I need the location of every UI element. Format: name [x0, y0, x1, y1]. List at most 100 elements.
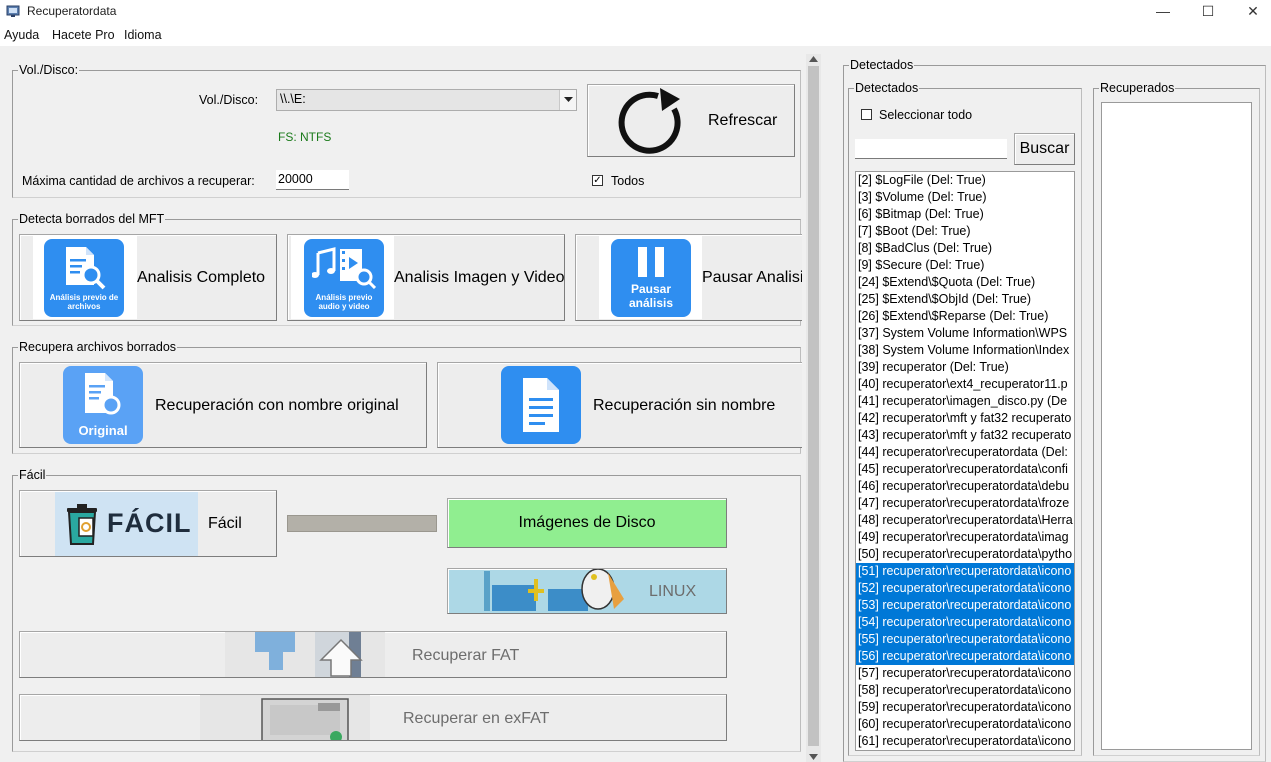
list-item[interactable]: [2] $LogFile (Del: True): [856, 172, 1074, 189]
vol-disk-select[interactable]: \\.\E:: [276, 89, 577, 111]
easy-label: Fácil: [208, 515, 242, 532]
todos-checkbox[interactable]: ✓: [592, 175, 603, 186]
recover-original-label: Recuperación con nombre original: [155, 397, 399, 414]
search-button[interactable]: Buscar: [1014, 133, 1075, 165]
media-analysis-button[interactable]: Análisis previo audio y video Analisis I…: [287, 234, 565, 321]
trash-restore-icon: [67, 504, 97, 545]
list-item[interactable]: [47] recuperator\recuperatordata\froze: [856, 495, 1074, 512]
list-item[interactable]: [46] recuperator\recuperatordata\debu: [856, 478, 1074, 495]
easy-button[interactable]: FÁCIL Fácil: [19, 490, 277, 557]
max-files-input[interactable]: 20000: [276, 170, 349, 190]
original-icon: Original: [63, 366, 143, 444]
close-button[interactable]: ✕: [1231, 0, 1271, 24]
check-icon: ✓: [593, 175, 602, 186]
media-analysis-tile: Análisis previo audio y video: [291, 236, 394, 319]
select-all-label: Seleccionar todo: [879, 108, 973, 122]
full-analysis-icon-caption: Análisis previo de archivos: [49, 293, 119, 311]
recover-original-button[interactable]: Original Recuperación con nombre origina…: [19, 362, 427, 448]
recover-fat-button[interactable]: Recuperar FAT: [19, 631, 727, 678]
list-item[interactable]: [9] $Secure (Del: True): [856, 257, 1074, 274]
list-item[interactable]: [6] $Bitmap (Del: True): [856, 206, 1074, 223]
linux-penguin-icon: [484, 569, 624, 611]
list-item[interactable]: [3] $Volume (Del: True): [856, 189, 1074, 206]
disk-images-label: Imágenes de Disco: [518, 514, 656, 531]
easy-icon-caption: FÁCIL: [107, 508, 192, 538]
recover-noname-button[interactable]: Recuperación sin nombre: [437, 362, 802, 448]
progress-bar: [287, 515, 437, 532]
select-all-checkbox[interactable]: [861, 109, 872, 120]
list-item[interactable]: [41] recuperator\imagen_disco.py (De: [856, 393, 1074, 410]
list-item[interactable]: [49] recuperator\recuperatordata\imag: [856, 529, 1074, 546]
minimize-button[interactable]: —: [1141, 0, 1185, 24]
list-item[interactable]: [54] recuperator\recuperatordata\icono: [856, 614, 1074, 631]
list-item[interactable]: [26] $Extend\$Reparse (Del: True): [856, 308, 1074, 325]
title-bar: Recuperatordata — ☐ ✕: [0, 0, 1271, 24]
recover-fat-label: Recuperar FAT: [412, 647, 520, 664]
list-item[interactable]: [53] recuperator\recuperatordata\icono: [856, 597, 1074, 614]
list-item[interactable]: [61] recuperator\recuperatordata\icono: [856, 733, 1074, 750]
full-analysis-button[interactable]: Análisis previo de archivos Analisis Com…: [19, 234, 277, 321]
search-input[interactable]: [855, 139, 1007, 159]
easy-group-title: Fácil: [18, 467, 47, 483]
menu-idioma[interactable]: Idioma: [124, 28, 162, 42]
list-item[interactable]: [56] recuperator\recuperatordata\icono: [856, 648, 1074, 665]
dropdown-button[interactable]: [559, 90, 576, 110]
detected-group-title: Detectados: [854, 80, 920, 96]
detected-outer-title: Detectados: [849, 57, 915, 73]
note-film-icon: [312, 247, 376, 289]
list-item[interactable]: [50] recuperator\recuperatordata\pytho: [856, 546, 1074, 563]
app-icon: [6, 5, 20, 17]
fat-disk-icon: [225, 632, 385, 677]
list-item[interactable]: [51] recuperator\recuperatordata\icono: [856, 563, 1074, 580]
recover-exfat-button[interactable]: Recuperar en exFAT: [19, 694, 727, 741]
chevron-down-icon: [564, 97, 573, 102]
menu-hacete-pro[interactable]: Hacete Pro: [52, 28, 115, 42]
list-item[interactable]: [57] recuperator\recuperatordata\icono: [856, 665, 1074, 682]
list-item[interactable]: [39] recuperator (Del: True): [856, 359, 1074, 376]
menu-ayuda[interactable]: Ayuda: [4, 28, 39, 42]
vol-disk-value: \\.\E:: [280, 92, 306, 106]
linux-button[interactable]: LINUX: [447, 568, 727, 614]
list-item[interactable]: [58] recuperator\recuperatordata\icono: [856, 682, 1074, 699]
pause-analysis-label: Pausar Analisis: [702, 269, 802, 286]
easy-icon: FÁCIL: [55, 492, 198, 556]
list-item[interactable]: [55] recuperator\recuperatordata\icono: [856, 631, 1074, 648]
list-item[interactable]: [45] recuperator\recuperatordata\confi: [856, 461, 1074, 478]
main-scrollbar[interactable]: [806, 54, 821, 762]
list-item[interactable]: [40] recuperator\ext4_recuperator11.p: [856, 376, 1074, 393]
music-video-icon: Análisis previo audio y video: [304, 239, 384, 317]
recover-exfat-label: Recuperar en exFAT: [403, 710, 550, 727]
list-item[interactable]: [48] recuperator\recuperatordata\Herra: [856, 512, 1074, 529]
list-item[interactable]: [25] $Extend\$ObjId (Del: True): [856, 291, 1074, 308]
disk-images-button[interactable]: Imágenes de Disco: [447, 498, 727, 548]
list-item[interactable]: [7] $Boot (Del: True): [856, 223, 1074, 240]
refresh-label: Refrescar: [708, 112, 778, 129]
refresh-button[interactable]: Refrescar: [587, 84, 795, 157]
pause-analysis-button[interactable]: Pausar análisis Pausar Analisis: [575, 234, 802, 321]
scroll-thumb[interactable]: [808, 66, 819, 746]
list-item[interactable]: [38] System Volume Information\Index: [856, 342, 1074, 359]
pause-bar-right: [655, 247, 664, 277]
detected-listbox[interactable]: [2] $LogFile (Del: True) [3] $Volume (Del…: [855, 171, 1075, 751]
list-item[interactable]: [37] System Volume Information\WPS: [856, 325, 1074, 342]
list-item[interactable]: [42] recuperator\mft y fat32 recuperato: [856, 410, 1074, 427]
pause-icon-caption: Pausar análisis: [628, 282, 674, 310]
document-icon: [501, 366, 581, 444]
list-item[interactable]: [24] $Extend\$Quota (Del: True): [856, 274, 1074, 291]
list-item[interactable]: [59] recuperator\recuperatordata\icono: [856, 699, 1074, 716]
list-item[interactable]: [44] recuperator\recuperatordata (Del:: [856, 444, 1074, 461]
list-item[interactable]: [52] recuperator\recuperatordata\icono: [856, 580, 1074, 597]
list-item[interactable]: [43] recuperator\mft y fat32 recuperato: [856, 427, 1074, 444]
document-refresh-icon: [85, 373, 121, 415]
linux-label: LINUX: [649, 583, 697, 600]
list-item[interactable]: [60] recuperator\recuperatordata\icono: [856, 716, 1074, 733]
window-title: Recuperatordata: [27, 4, 117, 18]
maximize-icon: ☐: [1201, 3, 1215, 19]
recovered-group-title: Recuperados: [1099, 80, 1176, 96]
scroll-up-icon[interactable]: [809, 56, 818, 62]
maximize-button[interactable]: ☐: [1186, 0, 1230, 24]
list-item[interactable]: [8] $BadClus (Del: True): [856, 240, 1074, 257]
scroll-down-icon[interactable]: [809, 754, 818, 760]
recovered-listbox[interactable]: [1101, 102, 1252, 750]
exfat-card-icon: [200, 695, 370, 740]
